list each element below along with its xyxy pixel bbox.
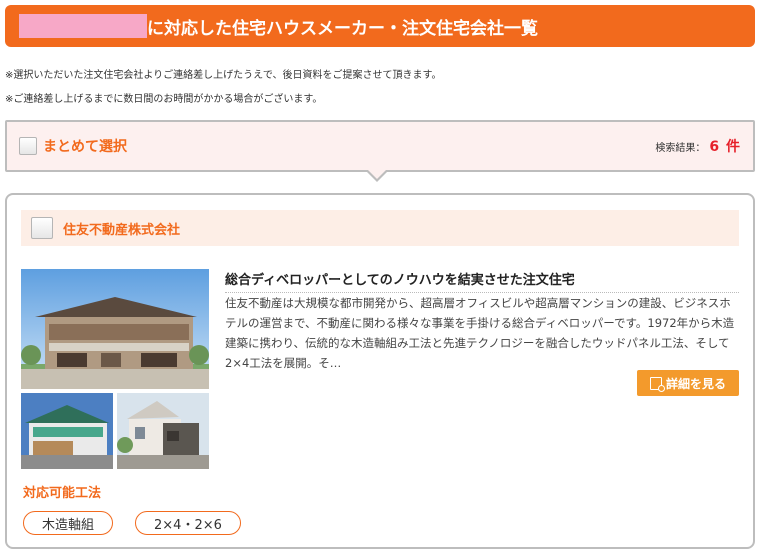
select-all-label[interactable]: まとめて選択	[43, 136, 127, 156]
house-photo-main	[21, 269, 209, 389]
search-result-label: 検索結果：	[655, 143, 706, 154]
company-checkbox[interactable]	[31, 217, 53, 239]
house-photo-2	[21, 393, 113, 469]
down-pointer-icon	[366, 170, 388, 182]
notes: ※選択いただいた注文住宅会社よりご連絡差し上げたうえで、後日資料をご提案させて頂…	[5, 64, 441, 112]
company-name[interactable]: 住友不動産株式会社	[63, 219, 180, 238]
methods-tags: 木造軸組 2×4・2×6	[23, 511, 241, 535]
detail-button[interactable]: 詳細を見る	[637, 370, 739, 396]
company-catchphrase: 総合ディベロッパーとしてのノウハウを結実させた注文住宅	[225, 269, 739, 293]
select-all-checkbox[interactable]	[19, 137, 37, 155]
note-2: ※ご連絡差し上げるまでに数日間のお時間がかかる場合がございます。	[5, 94, 323, 105]
company-card: 住友不動産株式会社 総合ディベロッパーとしてのノウハウを結実させた注文住宅 住友…	[5, 193, 755, 549]
document-search-icon	[649, 376, 665, 392]
masked-region	[19, 14, 147, 38]
company-description: 住友不動産は大規模な都市開発から、超高層オフィスビルや超高層マンションの建設、ビ…	[225, 296, 735, 370]
page-header: に対応した住宅ハウスメーカー・注文住宅会社一覧	[5, 5, 755, 47]
note-1: ※選択いただいた注文住宅会社よりご連絡差し上げたうえで、後日資料をご提案させて頂…	[5, 70, 442, 81]
company-header: 住友不動産株式会社	[21, 210, 739, 246]
method-tag: 2×4・2×6	[135, 511, 241, 535]
search-result: 検索結果： 6 件	[655, 136, 741, 156]
methods-title: 対応可能工法	[23, 486, 102, 501]
page-title: に対応した住宅ハウスメーカー・注文住宅会社一覧	[147, 18, 538, 39]
method-tag: 木造軸組	[23, 511, 114, 535]
house-photo-3	[117, 393, 209, 469]
search-result-count: 6 件	[709, 139, 741, 155]
select-all-bar: まとめて選択 検索結果： 6 件	[5, 120, 755, 172]
detail-button-label: 詳細を見る	[665, 376, 726, 391]
